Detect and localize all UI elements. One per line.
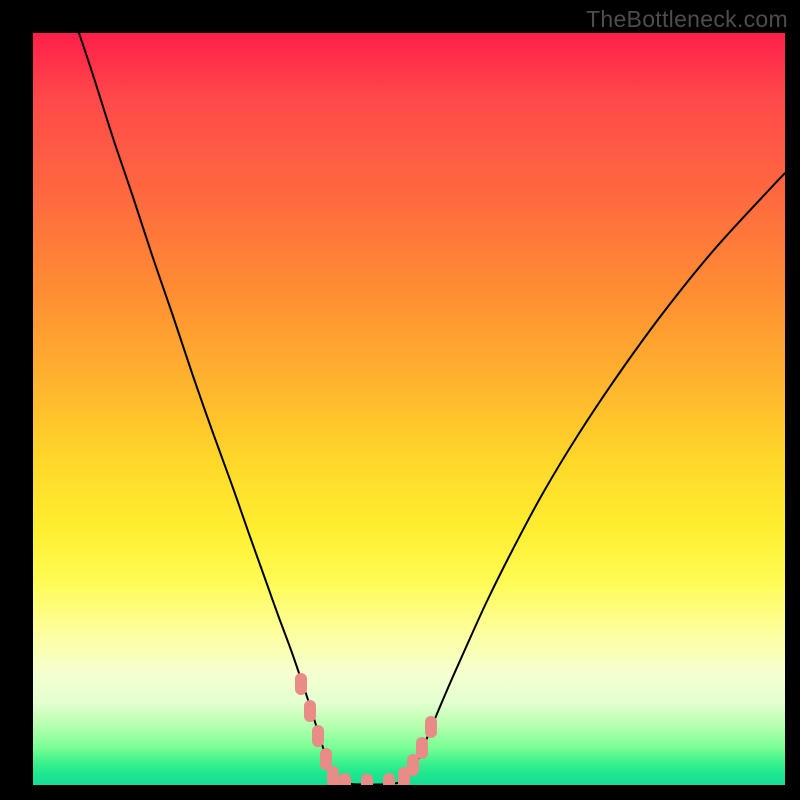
min-marker <box>407 754 419 776</box>
min-marker <box>416 737 428 759</box>
min-marker <box>383 773 395 785</box>
min-marker <box>295 673 307 695</box>
min-marker <box>361 774 373 786</box>
min-markers-group <box>295 673 437 785</box>
bottleneck-v-curve <box>79 33 785 785</box>
chart-frame: TheBottleneck.com <box>0 0 800 800</box>
chart-svg <box>33 33 785 785</box>
plot-area <box>33 33 785 785</box>
min-marker <box>327 766 339 785</box>
min-marker <box>339 773 351 785</box>
min-marker <box>425 716 437 738</box>
bottleneck-curve-group <box>79 33 785 785</box>
watermark-text: TheBottleneck.com <box>586 6 788 33</box>
min-marker <box>312 725 324 747</box>
min-marker <box>304 700 316 722</box>
